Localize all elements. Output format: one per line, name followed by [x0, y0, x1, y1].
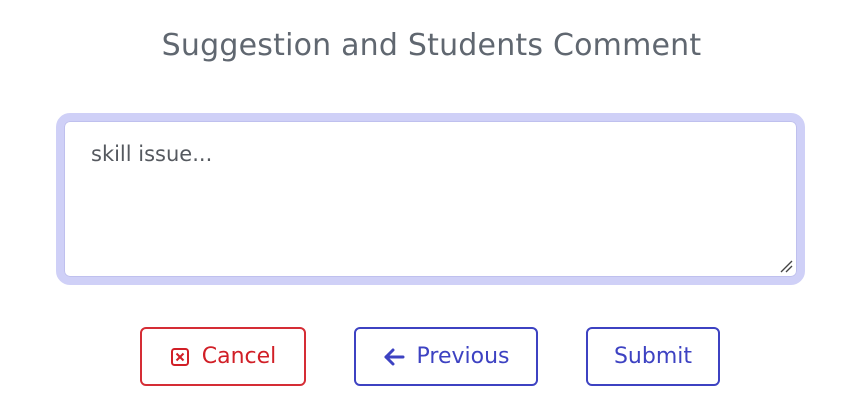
cancel-button[interactable]: Cancel	[140, 327, 306, 386]
close-box-icon	[170, 347, 190, 367]
previous-button[interactable]: Previous	[354, 327, 538, 386]
comment-form-page: Suggestion and Students Comment skill is…	[0, 0, 863, 400]
arrow-left-icon	[383, 347, 405, 367]
page-title: Suggestion and Students Comment	[161, 28, 702, 63]
submit-button-label: Submit	[613, 344, 693, 369]
previous-button-label: Previous	[416, 344, 510, 369]
cancel-button-label: Cancel	[201, 344, 277, 369]
resize-grip-icon[interactable]	[779, 259, 793, 273]
comment-field-container: skill issue...	[56, 113, 805, 285]
submit-button[interactable]: Submit	[586, 327, 720, 386]
comment-textarea[interactable]: skill issue...	[64, 121, 797, 277]
